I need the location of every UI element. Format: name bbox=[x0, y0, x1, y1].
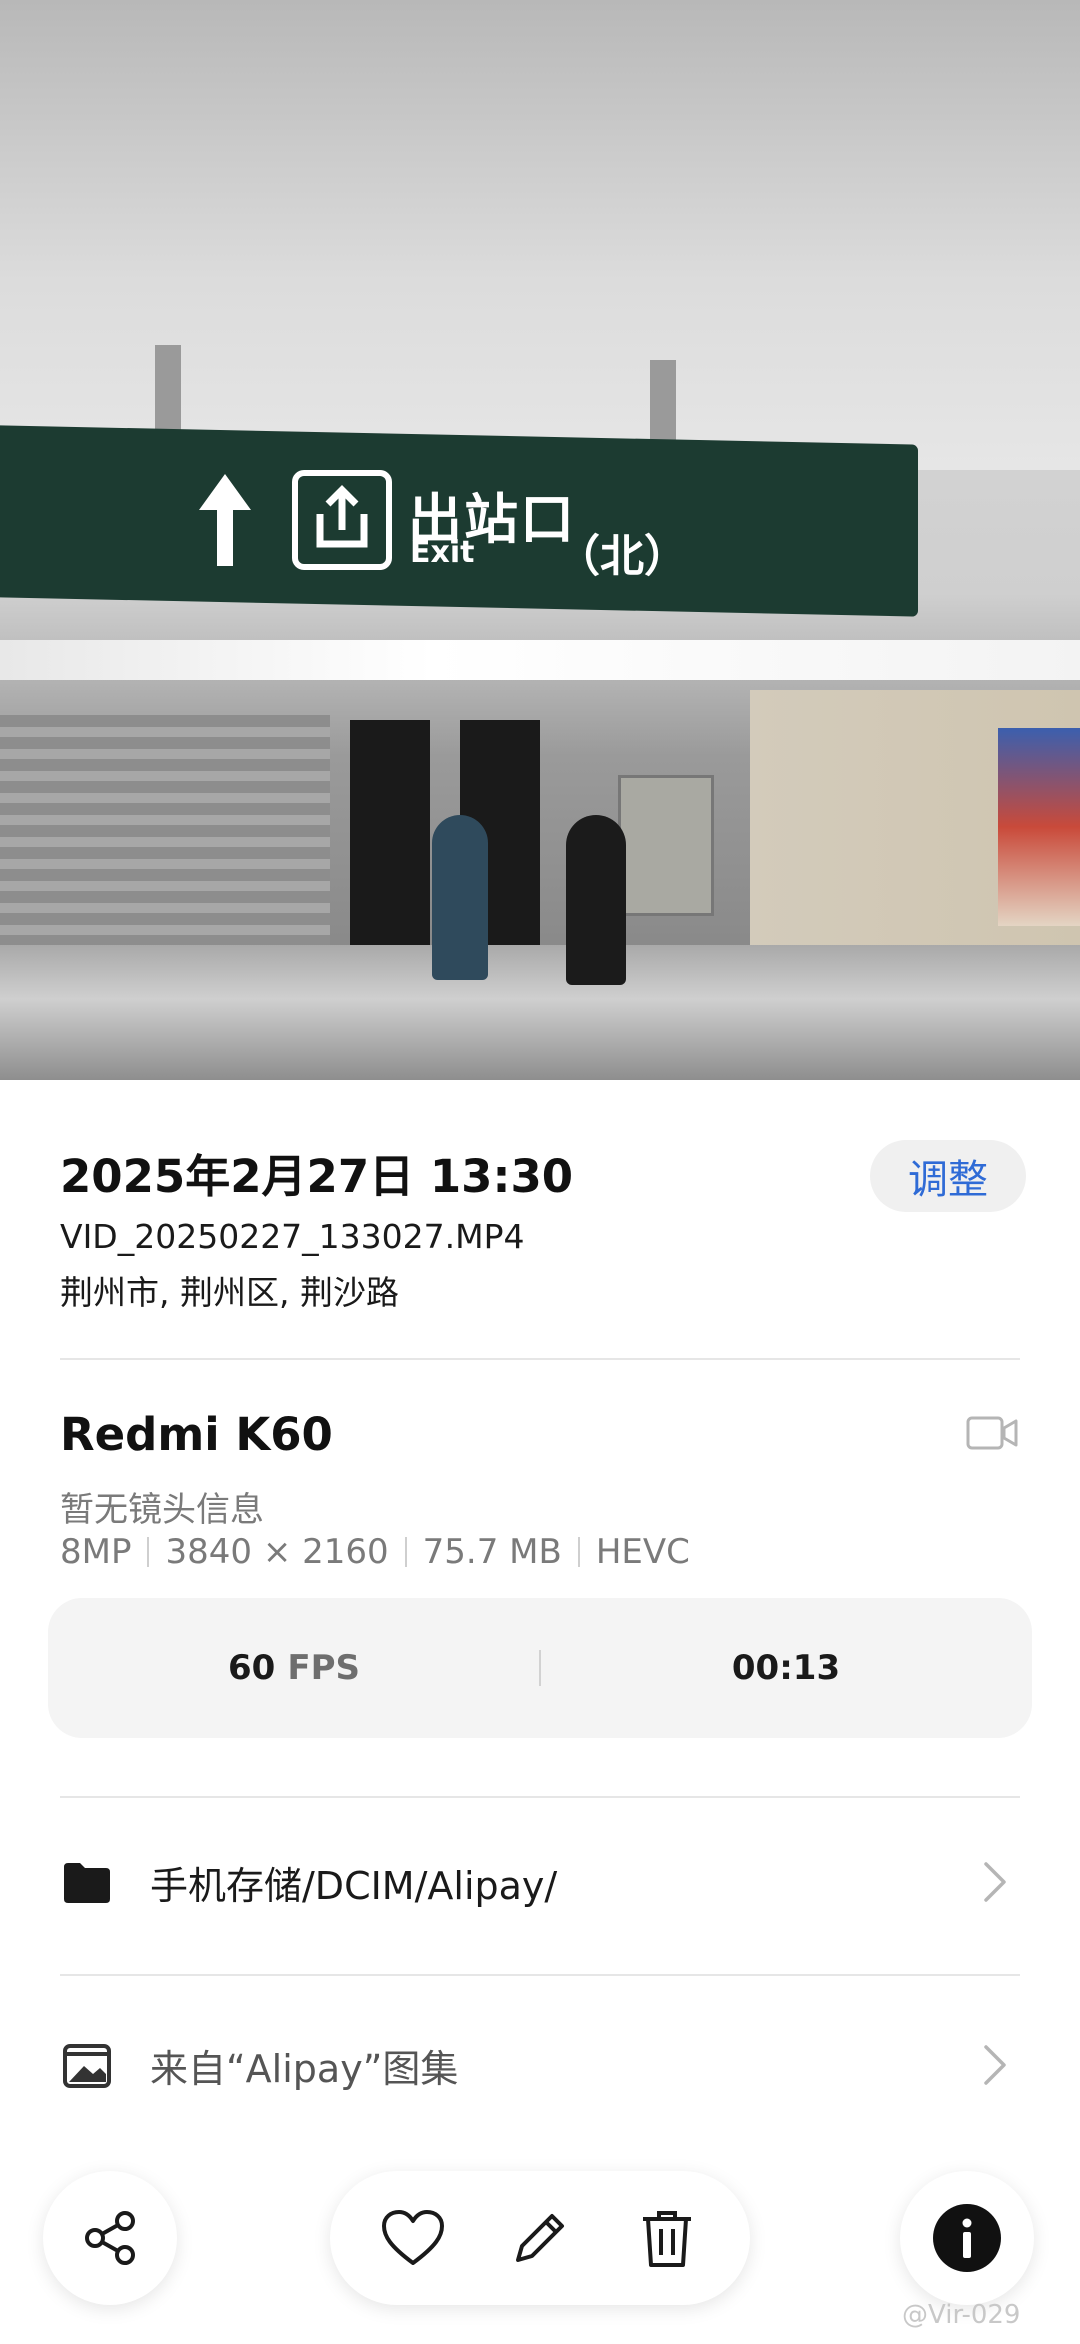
fps-unit: FPS bbox=[287, 1648, 360, 1688]
sign-pole-right bbox=[650, 360, 676, 450]
arrow-up-icon bbox=[199, 474, 251, 566]
divider bbox=[60, 1358, 1020, 1360]
heart-icon bbox=[382, 2210, 445, 2265]
advertising-screen bbox=[998, 728, 1080, 926]
info-icon bbox=[933, 2204, 1001, 2272]
adjust-button[interactable]: 调整 bbox=[870, 1140, 1026, 1212]
album-source: 来自“Alipay”图集 bbox=[150, 2046, 459, 2091]
favorite-button[interactable] bbox=[368, 2193, 458, 2283]
spec-separator bbox=[577, 1537, 580, 1567]
folder-icon bbox=[64, 1863, 110, 1903]
file-specs: 8MP 3840 × 2160 75.7 MB HEVC bbox=[60, 1532, 690, 1572]
storage-path-row[interactable]: 手机存储/DCIM/Alipay/ bbox=[60, 1827, 1020, 1937]
person-left bbox=[432, 815, 488, 980]
chevron-right-icon bbox=[984, 2045, 1006, 2085]
info-button[interactable] bbox=[900, 2171, 1034, 2305]
spec-dimensions: 3840 × 2160 bbox=[165, 1532, 389, 1572]
share-icon bbox=[85, 2211, 135, 2265]
fps-value: 60 bbox=[228, 1648, 276, 1688]
frame-rate: 60 FPS bbox=[48, 1598, 540, 1738]
spec-resolution-mp: 8MP bbox=[60, 1532, 132, 1572]
capture-datetime: 2025年2月27日 13:30 bbox=[60, 1150, 574, 1203]
device-model: Redmi K60 bbox=[60, 1408, 333, 1461]
exit-icon bbox=[292, 470, 392, 570]
divider bbox=[60, 1974, 1020, 1976]
sign-english-text: Exit bbox=[410, 535, 475, 570]
spec-codec: HEVC bbox=[595, 1532, 690, 1572]
duration: 00:13 bbox=[731, 1648, 841, 1688]
location-text: 荆州市, 荆州区, 荆沙路 bbox=[60, 1273, 399, 1312]
spec-separator bbox=[147, 1537, 150, 1567]
sign-direction-text: （北） bbox=[556, 531, 688, 582]
album-icon bbox=[63, 2044, 111, 2088]
edit-icon bbox=[515, 2214, 564, 2262]
watermark: @Vir-029 bbox=[902, 2300, 1021, 2330]
delete-icon bbox=[642, 2211, 691, 2267]
stairs bbox=[0, 715, 330, 945]
elevator-door bbox=[618, 775, 714, 916]
spec-separator bbox=[404, 1537, 407, 1567]
divider bbox=[60, 1796, 1020, 1798]
escalator-left bbox=[350, 720, 430, 945]
ceiling-light bbox=[0, 640, 1080, 680]
album-row[interactable]: 来自“Alipay”图集 bbox=[60, 2010, 1020, 2120]
lens-info: 暂无镜头信息 bbox=[60, 1490, 264, 1530]
share-button[interactable] bbox=[43, 2171, 177, 2305]
file-name: VID_20250227_133027.MP4 bbox=[60, 1217, 525, 1256]
video-camera-icon bbox=[966, 1416, 1018, 1450]
storage-path: 手机存储/DCIM/Alipay/ bbox=[150, 1863, 558, 1908]
video-stats-card: 60 FPS 00:13 bbox=[48, 1598, 1032, 1738]
floor bbox=[0, 945, 1080, 1080]
edit-button[interactable] bbox=[495, 2193, 585, 2283]
chevron-right-icon bbox=[984, 1862, 1006, 1902]
spec-file-size: 75.7 MB bbox=[422, 1532, 562, 1572]
person-right bbox=[566, 815, 626, 985]
video-thumbnail[interactable]: 出站口 Exit （北） bbox=[0, 0, 1080, 1080]
action-pill bbox=[330, 2171, 750, 2305]
delete-button[interactable] bbox=[622, 2193, 712, 2283]
